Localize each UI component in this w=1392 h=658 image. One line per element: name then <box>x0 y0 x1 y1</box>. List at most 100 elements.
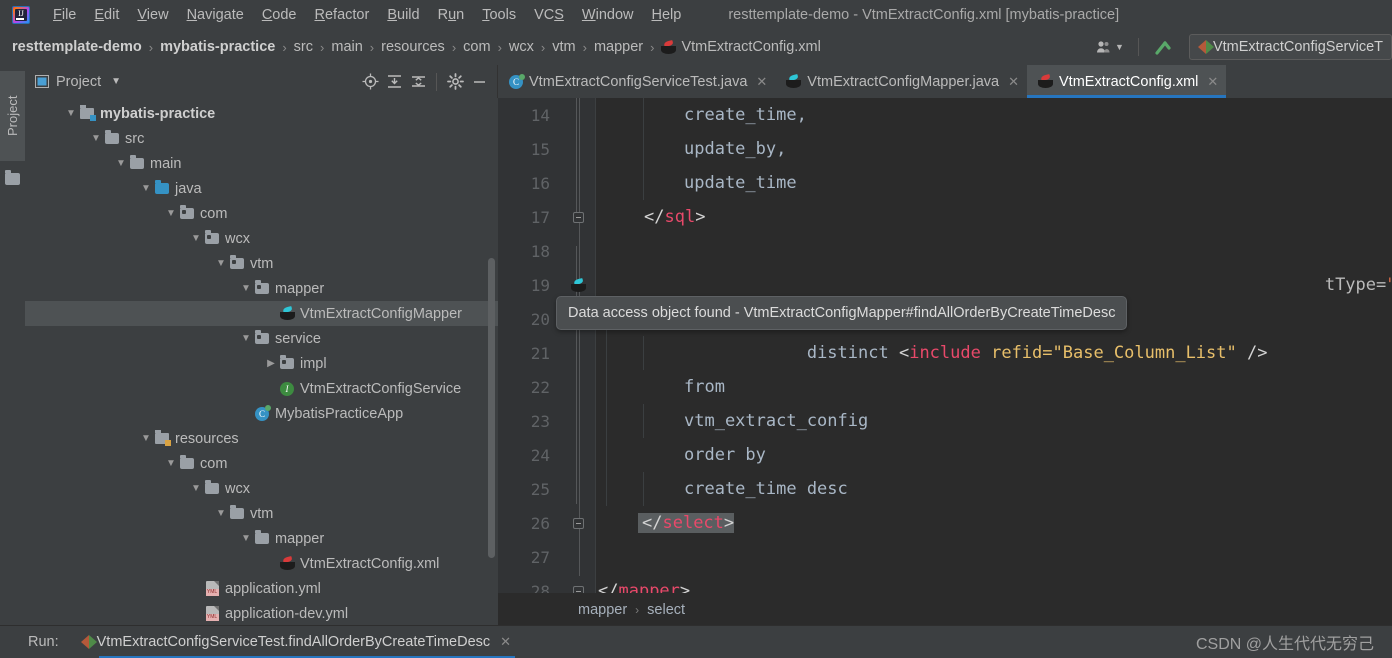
run-tab[interactable]: VtmExtractConfigServiceTest.findAllOrder… <box>80 626 516 658</box>
user-dropdown-icon[interactable]: ▼ <box>1088 34 1132 60</box>
chevron-down-icon[interactable]: ▼ <box>139 433 153 444</box>
chevron-down-icon[interactable]: ▼ <box>239 533 253 544</box>
tree-node-application-dev-yml[interactable]: YML application-dev.yml <box>25 601 498 626</box>
close-icon[interactable]: ✕ <box>1008 74 1019 90</box>
chevron-down-icon[interactable]: ▼ <box>239 333 253 344</box>
fold-marker-icon[interactable] <box>560 211 596 223</box>
editor-breadcrumb-select[interactable]: select <box>647 602 685 618</box>
tree-node-vtmextractconfigmapper[interactable]: VtmExtractConfigMapper <box>25 301 498 326</box>
tree-node-mapper-res[interactable]: ▼ mapper <box>25 526 498 551</box>
run-configuration-selector[interactable]: VtmExtractConfigServiceT <box>1188 34 1392 60</box>
menu-file[interactable]: File <box>44 3 85 27</box>
close-icon[interactable]: ✕ <box>756 74 767 90</box>
minimize-icon[interactable] <box>467 70 491 94</box>
tree-node-application-yml[interactable]: YML application.yml <box>25 576 498 601</box>
tree-node-main[interactable]: ▼ main <box>25 151 498 176</box>
tree-node-wcx-java[interactable]: ▼ wcx <box>25 226 498 251</box>
spring-boot-class-icon: C <box>253 404 271 421</box>
close-icon[interactable]: ✕ <box>500 634 511 650</box>
tree-node-resources[interactable]: ▼ resources <box>25 426 498 451</box>
tree-node-mybatispracticeapp[interactable]: C MybatisPracticeApp <box>25 401 498 426</box>
code-text: from <box>684 377 725 397</box>
project-tree-scrollbar[interactable] <box>488 258 495 558</box>
chevron-down-icon[interactable]: ▼ <box>114 158 128 169</box>
breadcrumb-item-mapper[interactable]: mapper <box>594 39 643 55</box>
code-line: 25 create_time desc <box>498 472 1392 506</box>
chevron-down-icon[interactable]: ▼ <box>111 76 121 87</box>
menu-tools[interactable]: Tools <box>473 3 525 27</box>
chevron-down-icon[interactable]: ▼ <box>189 483 203 494</box>
menu-run[interactable]: Run <box>429 3 474 27</box>
menu-window[interactable]: Window <box>573 3 643 27</box>
menu-code[interactable]: Code <box>253 3 306 27</box>
tree-node-src[interactable]: ▼ src <box>25 126 498 151</box>
folder-icon <box>228 505 246 519</box>
tree-node-label: com <box>200 455 228 472</box>
breadcrumb-item-resources[interactable]: resources <box>381 39 445 55</box>
breadcrumb-item-src[interactable]: src <box>294 39 313 55</box>
menu-vcs[interactable]: VCS <box>525 3 573 27</box>
chevron-down-icon[interactable]: ▼ <box>89 133 103 144</box>
fold-marker-icon[interactable] <box>560 585 596 593</box>
tree-node-wcx-res[interactable]: ▼ wcx <box>25 476 498 501</box>
chevron-right-icon[interactable]: ▶ <box>264 358 278 369</box>
breadcrumb-item-main[interactable]: main <box>331 39 362 55</box>
mybatis-dao-gutter-icon[interactable] <box>560 277 596 292</box>
breadcrumb-item-project[interactable]: resttemplate-demo <box>12 39 142 55</box>
navigation-bar: resttemplate-demo › mybatis-practice › s… <box>0 29 1392 65</box>
code-token-value: "com.wcx.c <box>1386 275 1392 295</box>
project-tool-window: Project ▼ ▼ mybatis-practice ▼ src ▼ mai… <box>25 65 498 626</box>
menu-edit[interactable]: Edit <box>85 3 128 27</box>
menu-help[interactable]: Help <box>642 3 690 27</box>
tab-vtmextractconfig-xml[interactable]: VtmExtractConfig.xml ✕ <box>1027 65 1227 98</box>
project-tree[interactable]: ▼ mybatis-practice ▼ src ▼ main ▼ java ▼ <box>25 98 498 626</box>
menu-refactor[interactable]: Refactor <box>306 3 379 27</box>
line-number: 15 <box>530 139 550 159</box>
chevron-down-icon[interactable]: ▼ <box>239 283 253 294</box>
chevron-down-icon[interactable]: ▼ <box>189 233 203 244</box>
tree-node-impl[interactable]: ▶ impl <box>25 351 498 376</box>
breadcrumb-item-module[interactable]: mybatis-practice <box>160 39 275 55</box>
tree-node-java[interactable]: ▼ java <box>25 176 498 201</box>
line-number: 22 <box>530 377 550 397</box>
tree-node-vtm-java[interactable]: ▼ vtm <box>25 251 498 276</box>
tree-node-vtm-res[interactable]: ▼ vtm <box>25 501 498 526</box>
breadcrumb-item-com[interactable]: com <box>463 39 490 55</box>
menu-build[interactable]: Build <box>378 3 428 27</box>
breadcrumb-item-wcx[interactable]: wcx <box>509 39 534 55</box>
code-line: 22 from <box>498 370 1392 404</box>
breadcrumb-item-vtm[interactable]: vtm <box>552 39 575 55</box>
chevron-down-icon[interactable]: ▼ <box>164 208 178 219</box>
code-editor[interactable]: 14 create_time, 15 update_by, 16 update_… <box>498 98 1392 593</box>
tree-node-vtmextractconfig-xml[interactable]: VtmExtractConfig.xml <box>25 551 498 576</box>
chevron-down-icon[interactable]: ▼ <box>64 108 78 119</box>
locate-file-icon[interactable] <box>358 70 382 94</box>
code-line: 15 update_by, <box>498 132 1392 166</box>
tab-vtmextractconfigservicetest-java[interactable]: C VtmExtractConfigServiceTest.java ✕ <box>498 65 776 98</box>
collapse-all-icon[interactable] <box>406 70 430 94</box>
close-icon[interactable]: ✕ <box>1207 74 1218 90</box>
tool-window-button-project[interactable]: Project <box>0 71 25 161</box>
tree-node-mapper-java[interactable]: ▼ mapper <box>25 276 498 301</box>
chevron-down-icon[interactable]: ▼ <box>139 183 153 194</box>
menu-navigate[interactable]: Navigate <box>178 3 253 27</box>
tree-node-service[interactable]: ▼ service <box>25 326 498 351</box>
editor-breadcrumb-mapper[interactable]: mapper <box>578 602 627 618</box>
tree-node-mybatis-practice[interactable]: ▼ mybatis-practice <box>25 101 498 126</box>
gear-icon[interactable] <box>443 70 467 94</box>
fold-marker-icon[interactable] <box>560 517 596 529</box>
chevron-down-icon[interactable]: ▼ <box>214 508 228 519</box>
menu-view[interactable]: View <box>128 3 177 27</box>
tree-node-label: wcx <box>225 230 250 247</box>
tree-node-com-res[interactable]: ▼ com <box>25 451 498 476</box>
breadcrumb-item-file[interactable]: VtmExtractConfig.xml <box>681 39 820 55</box>
tree-node-vtmextractconfigservice[interactable]: I VtmExtractConfigService <box>25 376 498 401</box>
tree-node-com-java[interactable]: ▼ com <box>25 201 498 226</box>
build-hammer-icon[interactable] <box>1145 34 1181 60</box>
tab-vtmextractconfigmapper-java[interactable]: VtmExtractConfigMapper.java ✕ <box>775 65 1028 98</box>
expand-all-icon[interactable] <box>382 70 406 94</box>
watermark: CSDN @人生代代无穷己 <box>1195 636 1374 653</box>
line-number: 25 <box>530 479 550 499</box>
chevron-down-icon[interactable]: ▼ <box>214 258 228 269</box>
chevron-down-icon[interactable]: ▼ <box>164 458 178 469</box>
